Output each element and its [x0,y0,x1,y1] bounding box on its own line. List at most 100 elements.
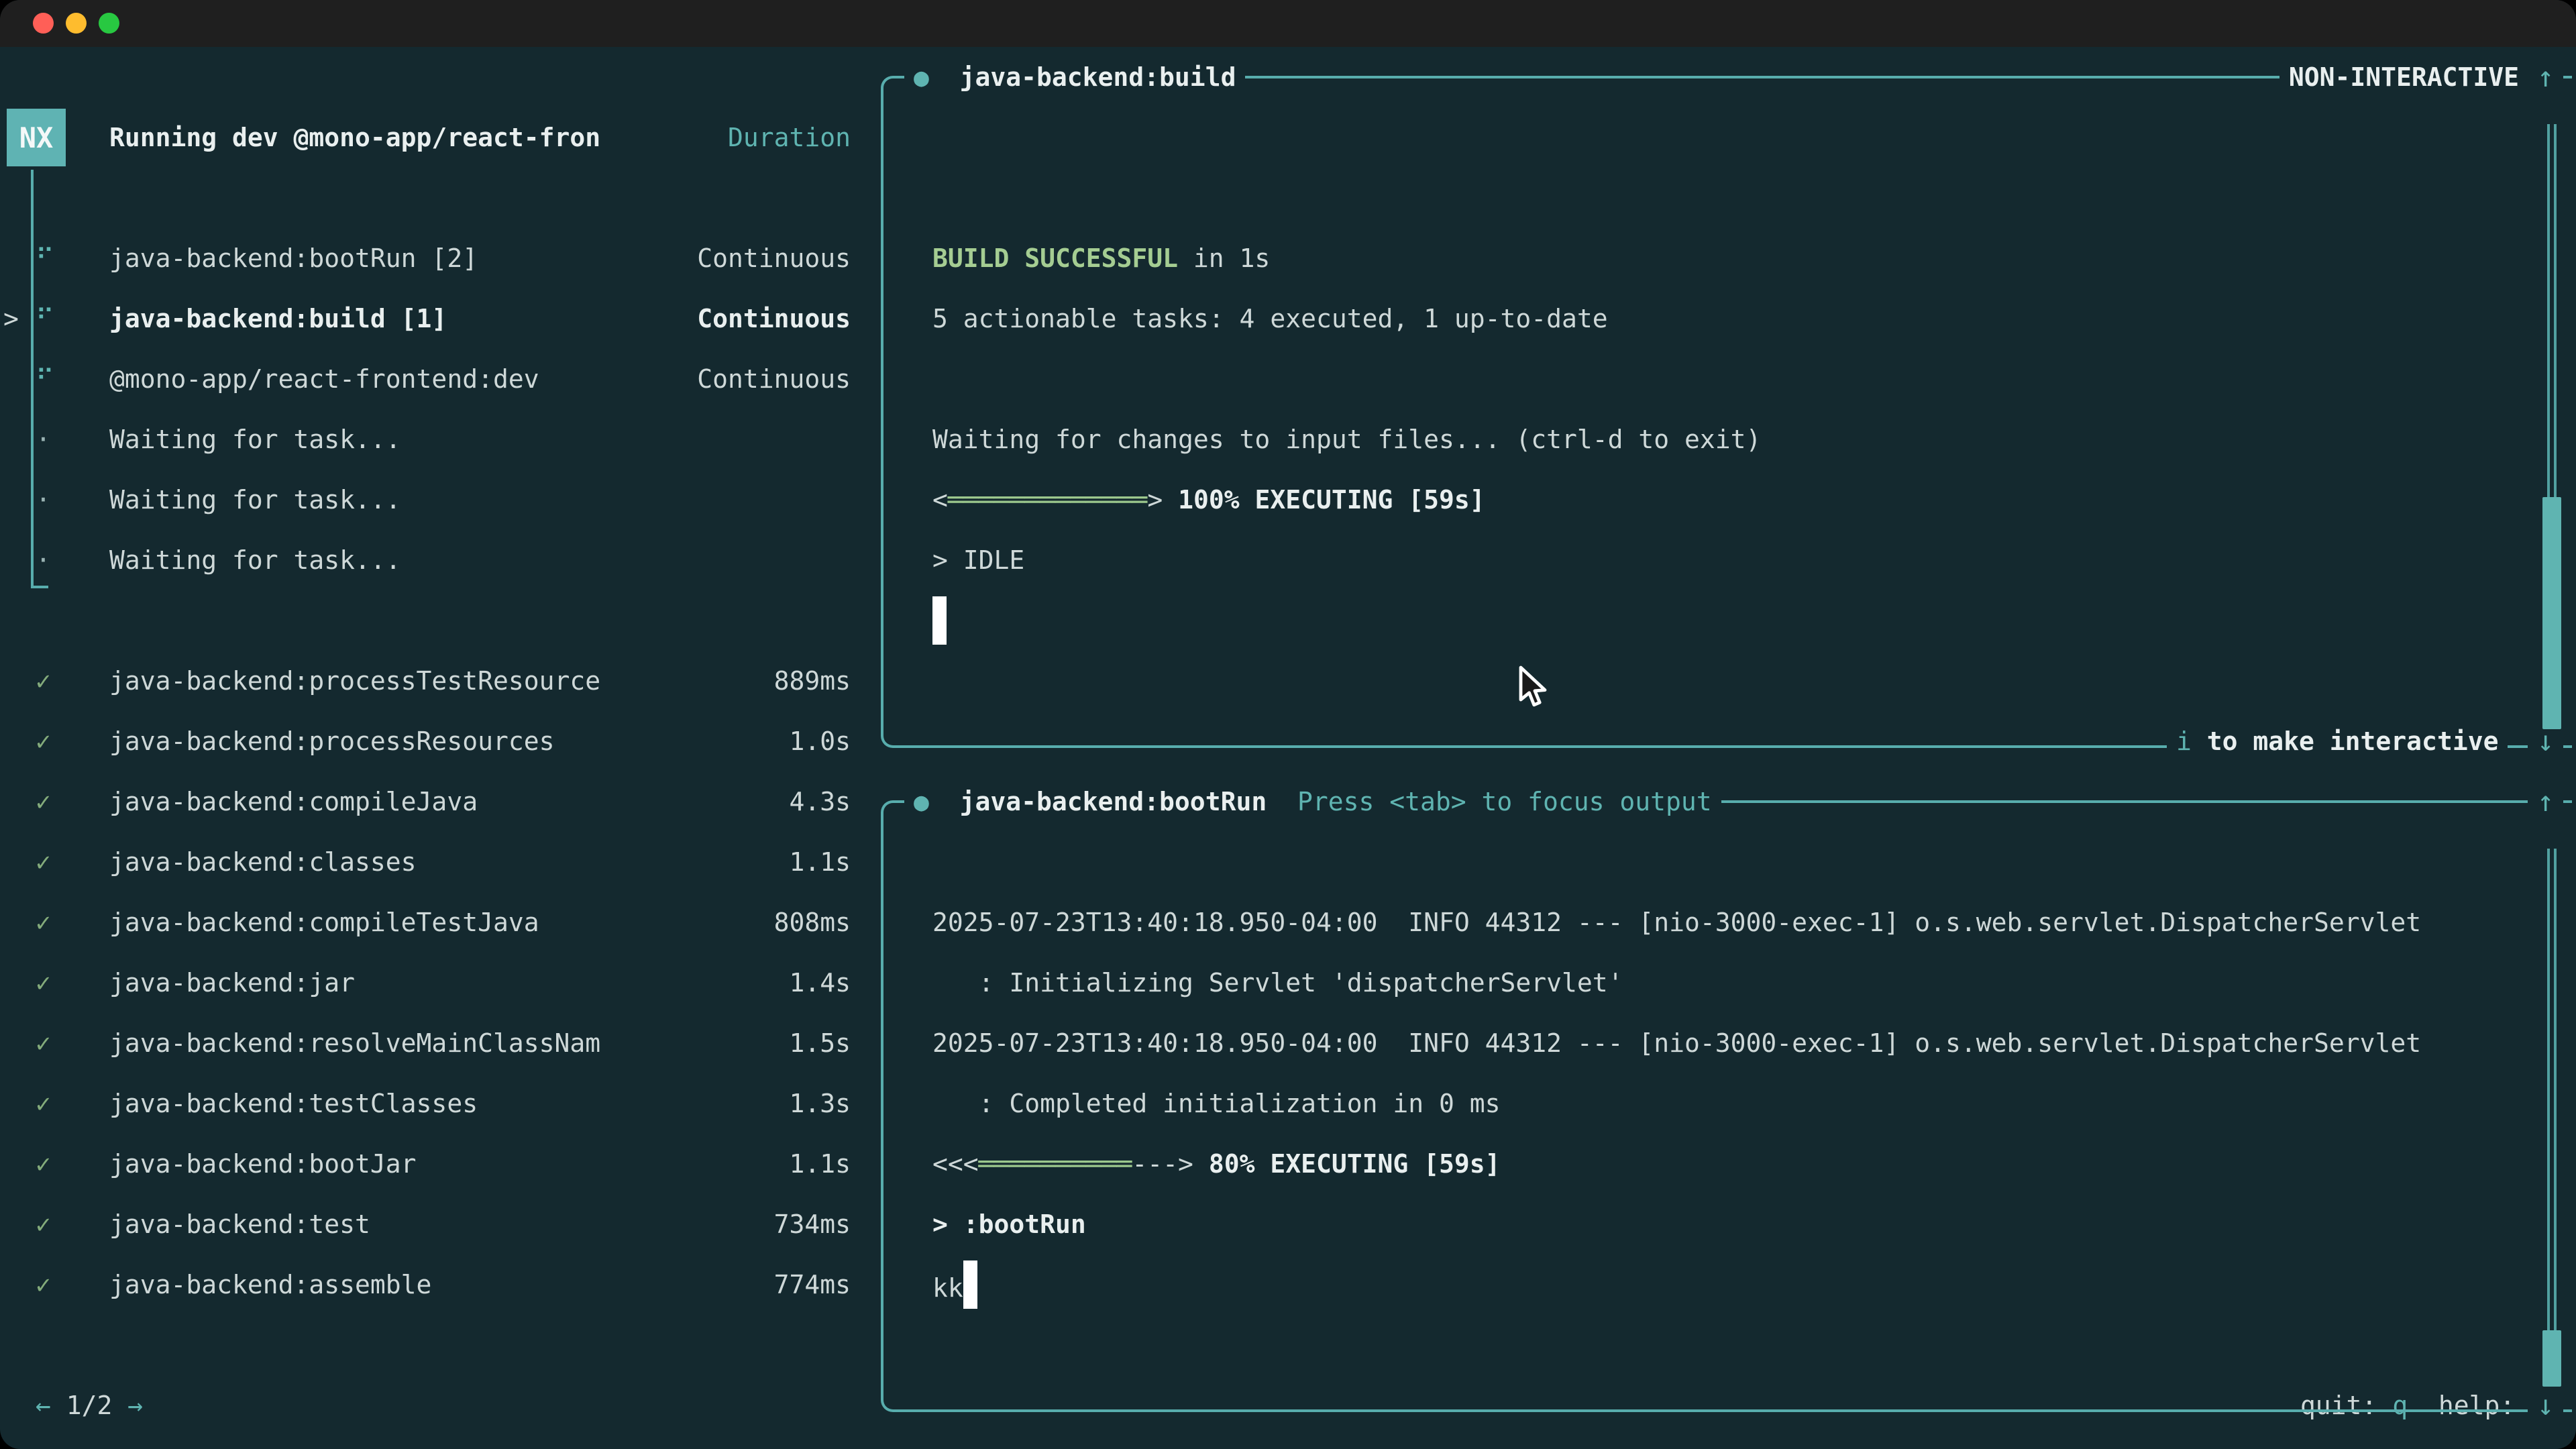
task-status-icon: ⠋ [36,364,54,394]
text-segment: > IDLE [932,545,1024,575]
scroll-down-arrow[interactable]: ↓ [2528,1387,2563,1424]
task-duration: 1.0s [789,727,851,756]
task-name: java-backend:compileJava [109,787,478,816]
text-segment: 5 actionable tasks: 4 executed, 1 up-to-… [932,304,1608,333]
task-duration: 1.1s [789,1149,851,1179]
completed-task-row[interactable]: ✓ java-backend:testClasses 1.3s [0,1073,881,1134]
task-duration: 889ms [774,666,851,696]
task-row[interactable]: ·Waiting for task... [0,470,881,530]
text-segment: to make interactive [2192,727,2499,756]
text-segment: NON-INTERACTIVE [2289,62,2519,92]
output-panel-border [881,76,2572,748]
output-line: <═════════════> 100% EXECUTING [59s] [932,485,1485,515]
completed-task-row[interactable]: ✓java-backend:compileJava4.3s [0,771,881,832]
minimize-button[interactable] [66,13,87,34]
titlebar [0,0,2576,47]
panel-header[interactable]: ● java-backend:build [904,58,1245,96]
output-line [932,596,947,645]
scrollbar-thumb[interactable] [2542,497,2561,729]
text-segment: <<< [932,1149,979,1179]
task-name: java-backend:assemble [109,1270,431,1299]
text-segment: Press <tab> to focus output [1267,787,1711,816]
text-segment: java-backend:bootRun [960,787,1267,816]
text-segment: ⠋ [36,304,54,333]
output-line: BUILD SUCCESSFUL in 1s [932,244,1270,273]
checkmark-icon: ✓ [36,1270,51,1299]
task-duration: 734ms [774,1210,851,1239]
task-duration: Continuous [697,364,851,394]
task-name: java-backend:testClasses [109,1089,478,1118]
text-segment: i [2176,727,2192,756]
scroll-up-arrow[interactable]: ↑ [2528,783,2563,820]
task-name: java-backend:jar [109,968,355,998]
panel-footer-hint[interactable]: i to make interactive [2167,722,2508,760]
output-line: : Initializing Servlet 'dispatcherServle… [932,968,1623,998]
sidebar-title: Running dev @mono-app/react-fron [109,123,600,152]
scrollbar-track[interactable] [2547,849,2550,1387]
checkmark-icon: ✓ [36,1210,51,1239]
completed-task-row[interactable]: ✓java-backend:bootJar1.1s [0,1134,881,1194]
completed-task-row[interactable]: ✓java-backend:processTestResource889ms [0,651,881,711]
text-segment: : Completed initialization in 0 ms [932,1089,1500,1118]
task-name: Waiting for task... [109,425,401,454]
output-line: 2025-07-23T13:40:18.950-04:00 INFO 44312… [932,908,2421,937]
completed-task-row[interactable]: ✓java-backend:assemble774ms [0,1254,881,1315]
terminal-window: NXRunning dev @mono-app/react-fronDurati… [0,0,2576,1449]
task-row[interactable]: ⠋java-backend:bootRun [2]Continuous [0,228,881,288]
task-name: java-backend:compileTestJava [109,908,539,937]
output-line: : Completed initialization in 0 ms [932,1089,1500,1118]
text-segment: Waiting for changes to input files... (c… [932,425,1761,454]
pagination[interactable]: ← 1/2 → [36,1391,143,1420]
text-segment: · [36,425,51,454]
task-duration: 808ms [774,908,851,937]
checkmark-icon: ✓ [36,666,51,696]
checkmark-icon: ✓ [36,1028,51,1058]
close-button[interactable] [33,13,54,34]
task-name: java-backend:classes [109,847,417,877]
text-segment: ● [914,787,960,816]
text-segment: ● [914,62,960,92]
checkmark-icon: ✓ [36,787,51,816]
text-segment: java-backend:build [960,62,1236,92]
task-name: Waiting for task... [109,485,401,515]
task-duration: 1.1s [789,847,851,877]
scroll-up-arrow[interactable]: ↑ [2528,58,2563,96]
text-segment: ← [36,1391,51,1420]
output-line: 5 actionable tasks: 4 executed, 1 up-to-… [932,304,1608,333]
scrollbar-track[interactable] [2554,849,2557,1387]
completed-task-row[interactable]: ✓java-backend:jar1.4s [0,953,881,1013]
zoom-button[interactable] [99,13,119,34]
task-duration: 1.3s [789,1089,851,1118]
text-segment: · [36,545,51,575]
task-name: java-backend:processResources [109,727,554,756]
text-segment: ⠋ [36,244,54,273]
task-row[interactable]: ·Waiting for task... [0,530,881,590]
task-duration: 1.5s [789,1028,851,1058]
text-segment: BUILD SUCCESSFUL [932,244,1178,273]
text-segment: ⠋ [36,364,54,394]
task-row[interactable]: · Waiting for task... [0,409,881,470]
task-row[interactable]: ⠋java-backend:build [1]Continuous [0,288,881,349]
checkmark-icon: ✓ [36,1089,51,1118]
nx-logo-badge: NX [7,109,66,166]
completed-task-row[interactable]: ✓java-backend:compileTestJava808ms [0,892,881,953]
completed-task-row[interactable]: ✓ java-backend:resolveMainClassNam 1.5s [0,1013,881,1073]
task-status-icon: · [36,425,51,454]
checkmark-icon: ✓ [36,1149,51,1179]
panel-header[interactable]: ● java-backend:bootRun Press <tab> to fo… [904,783,1721,820]
output-line: kk [932,1260,977,1309]
task-name: java-backend:test [109,1210,370,1239]
task-name: java-backend:resolveMainClassNam [109,1028,600,1058]
completed-task-row[interactable]: ✓java-backend:classes1.1s [0,832,881,892]
task-row[interactable]: ⠋@mono-app/react-frontend:devContinuous [0,349,881,409]
output-line: > IDLE [932,545,1024,575]
completed-task-row[interactable]: ✓java-backend:processResources1.0s [0,711,881,771]
task-name: java-backend:build [1] [109,304,447,333]
scrollbar-thumb[interactable] [2542,1330,2561,1387]
output-line: 2025-07-23T13:40:18.950-04:00 INFO 44312… [932,1028,2421,1058]
output-line: Waiting for changes to input files... (c… [932,425,1761,454]
completed-task-row[interactable]: ✓ java-backend:test 734ms [0,1194,881,1254]
output-line: <<<══════════---> 80% EXECUTING [59s] [932,1149,1501,1179]
text-segment: > [1147,485,1163,515]
text-segment: 2025-07-23T13:40:18.950-04:00 INFO 44312… [932,1028,2421,1058]
